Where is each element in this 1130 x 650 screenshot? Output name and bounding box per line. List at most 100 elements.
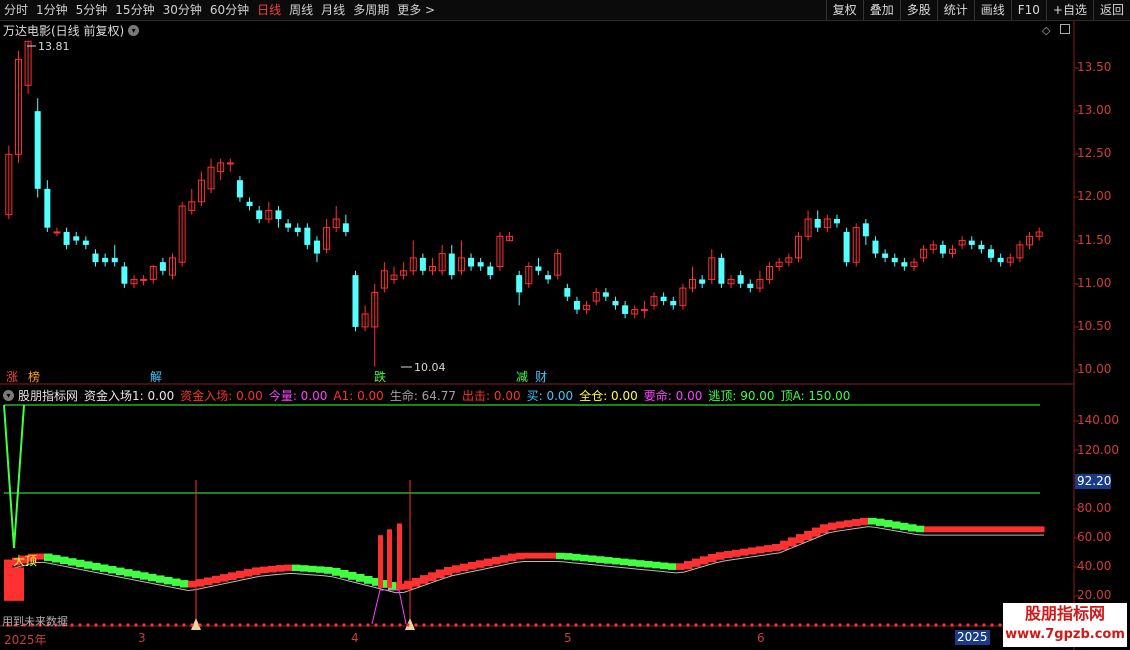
candle-body: [256, 210, 263, 220]
signal-dot: [630, 623, 634, 627]
band-segment: [908, 524, 917, 532]
band-segment: [564, 553, 573, 560]
signal-dot: [134, 623, 138, 627]
signal-dot: [486, 623, 490, 627]
stock-title[interactable]: 万达电影(日线 前复权) ▾: [3, 22, 140, 39]
band-segment: [188, 580, 197, 588]
candle-body: [111, 257, 118, 263]
signal-dot: [326, 623, 330, 627]
candle-body: [602, 292, 609, 297]
candle-body: [419, 257, 426, 271]
band-segment: [180, 580, 189, 588]
band-segment: [604, 557, 613, 564]
band-segment: [260, 566, 269, 574]
event-tag-fall[interactable]: 跌: [374, 369, 386, 384]
candle-body: [275, 210, 282, 220]
indicator-name[interactable]: 股朋指标网: [18, 387, 78, 404]
band-segment: [996, 526, 1005, 533]
signal-dot: [350, 623, 354, 627]
signal-dot: [686, 623, 690, 627]
candle-body: [44, 188, 51, 228]
chevron-down-icon[interactable]: ▾: [3, 390, 14, 401]
indicator-tick: 20.00: [1077, 588, 1112, 602]
band-segment: [668, 563, 677, 570]
chevron-down-icon[interactable]: ▾: [128, 25, 140, 36]
signal-dot: [590, 623, 594, 627]
signal-dot: [830, 623, 834, 627]
life-line: [3, 526, 1044, 594]
signal-dot: [606, 623, 610, 627]
signal-dot: [886, 623, 890, 627]
event-tag-finance[interactable]: 财: [535, 370, 547, 384]
signal-dot: [390, 623, 394, 627]
signal-dot: [534, 623, 538, 627]
time-axis-label: 3: [138, 631, 146, 645]
candle-body: [285, 223, 292, 228]
current-value-badge: 92.20: [1075, 474, 1112, 489]
indicator-header: ▾ 股朋指标网 资金入场1: 0.00 资金入场: 0.00 今量: 0.00 …: [3, 387, 856, 404]
candle-body: [448, 253, 455, 276]
chart-canvas[interactable]: 13.81 10.04 涨 榜 解 跌 减 财 大顶 用到未来数据: [0, 0, 1130, 650]
candle-body: [140, 278, 148, 281]
band-segment: [988, 526, 997, 533]
signal-dot: [966, 623, 970, 627]
candle-body: [978, 244, 985, 250]
signal-dot: [190, 623, 194, 627]
band-segment: [636, 560, 645, 567]
signal-dot: [142, 623, 146, 627]
band-segment: [68, 558, 77, 566]
band-segment: [148, 573, 157, 582]
signal-dot: [942, 623, 946, 627]
signal-dot: [582, 623, 586, 627]
diamond-icon[interactable]: ◇: [1042, 24, 1050, 37]
candle-body: [477, 262, 484, 267]
signal-dot: [614, 623, 618, 627]
expand-panel-icon[interactable]: [1060, 24, 1070, 34]
band-segment: [660, 562, 669, 570]
band-segment: [364, 575, 373, 584]
band-segment: [1020, 526, 1029, 533]
watermark-title: 股朋指标网: [1024, 604, 1105, 623]
band-segment: [508, 553, 517, 562]
signal-dot: [438, 623, 442, 627]
candle-body: [53, 231, 61, 234]
signal-dot: [790, 623, 794, 627]
band-segment: [932, 526, 941, 533]
event-tag-rise[interactable]: 涨: [6, 369, 18, 384]
band-segment: [164, 576, 173, 585]
signal-dot: [750, 623, 754, 627]
candle-body: [622, 305, 629, 314]
signal-dot: [502, 623, 506, 627]
signal-dot: [718, 623, 722, 627]
band-segment: [316, 566, 325, 573]
signal-dot: [110, 623, 114, 627]
band-segment: [628, 559, 637, 567]
candle-body: [342, 223, 349, 232]
signal-dot: [94, 623, 98, 627]
indicator-field: 资金入场1: 0.00: [84, 389, 175, 403]
band-segment: [772, 543, 781, 551]
band-segment: [492, 556, 501, 565]
band-segment: [876, 518, 885, 526]
time-axis-label: 6: [757, 631, 765, 645]
signal-dot: [518, 623, 522, 627]
event-tag-unlock[interactable]: 解: [150, 370, 162, 384]
candle-body: [699, 279, 706, 284]
signal-dot: [846, 623, 850, 627]
candle-body: [640, 309, 648, 312]
signal-dot: [566, 623, 570, 627]
signal-dot: [926, 623, 930, 627]
band-segment: [740, 548, 749, 556]
band-segment: [588, 555, 597, 563]
signal-dot: [734, 623, 738, 627]
band-segment: [732, 549, 741, 557]
price-tick: 13.00: [1077, 103, 1112, 117]
event-tag-reduce[interactable]: 减: [516, 370, 528, 384]
band-segment: [884, 520, 893, 528]
signal-dot: [654, 623, 658, 627]
band-segment: [244, 569, 253, 577]
event-tag-rank[interactable]: 榜: [28, 369, 40, 384]
band-segment: [332, 567, 341, 576]
signal-dot: [646, 623, 650, 627]
indicator-band: [3, 517, 1045, 601]
